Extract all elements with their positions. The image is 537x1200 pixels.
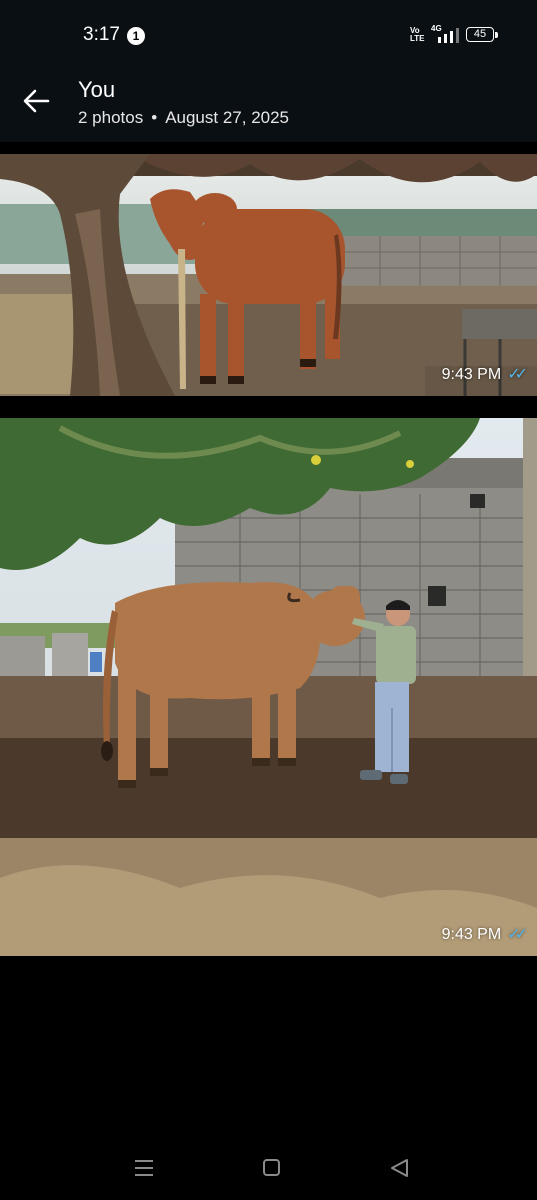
- battery-tip: [495, 32, 498, 38]
- chat-title: You: [78, 77, 116, 102]
- double-check-icon: ✓✓: [507, 366, 528, 383]
- nav-home-button[interactable]: [257, 1156, 287, 1180]
- battery-icon: 45: [466, 27, 494, 42]
- double-check-icon: ✓✓: [507, 926, 528, 943]
- back-button[interactable]: [18, 86, 54, 116]
- photo-1-stamp: 9:43 PM ✓✓: [441, 364, 528, 384]
- photo-1[interactable]: 9:43 PM ✓✓: [0, 154, 537, 396]
- signal-icon: [438, 28, 459, 43]
- nav-recents-button[interactable]: [129, 1156, 159, 1180]
- arrow-left-icon: [23, 89, 50, 113]
- menu-icon: [135, 1160, 153, 1176]
- photo-count: 2 photos: [78, 108, 144, 127]
- photo-1-time: 9:43 PM: [441, 366, 502, 383]
- back-triangle-icon: [391, 1159, 408, 1177]
- home-icon: [263, 1159, 280, 1176]
- photo-1-image: [0, 154, 537, 396]
- volte-indicator: Vo LTE: [410, 26, 425, 43]
- separator-dot: •: [151, 108, 158, 127]
- status-time: 3:17: [83, 24, 120, 45]
- chat-subtitle: 2 photos • August 27, 2025: [78, 108, 289, 128]
- photo-2-time: 9:43 PM: [441, 926, 502, 943]
- photo-date: August 27, 2025: [165, 108, 290, 127]
- photo-2-stamp: 9:43 PM ✓✓: [441, 924, 528, 944]
- nav-back-button[interactable]: [386, 1156, 416, 1180]
- photo-2[interactable]: 9:43 PM ✓✓: [0, 418, 537, 956]
- notification-badge: 1: [127, 27, 145, 45]
- photo-2-image: [0, 418, 537, 956]
